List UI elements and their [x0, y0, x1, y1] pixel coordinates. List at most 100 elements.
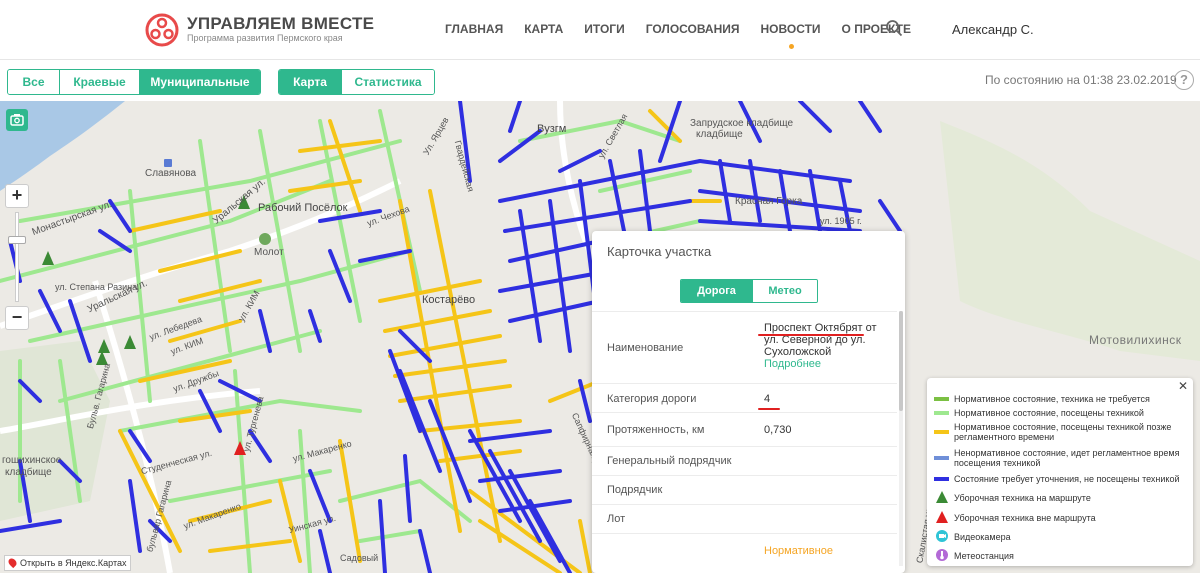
map-label-motovilikha: Мотовилихинск	[1089, 333, 1182, 347]
map-label-goshikha: гошихинское	[2, 455, 62, 466]
user-name[interactable]: Александр С.	[952, 22, 1034, 37]
map-label-vuzgm: Вузгм	[537, 123, 567, 135]
table-row: Подрядчик	[592, 475, 897, 504]
map-label-zaprudskoe: Запрудское кладбище	[690, 118, 794, 129]
map-label-molot: Молот	[254, 247, 284, 258]
search-icon[interactable]	[885, 19, 903, 37]
camera-layer-button[interactable]	[6, 109, 28, 131]
legend-text: Уборочная техника вне маршрута	[954, 513, 1096, 523]
table-row: Категория дороги 4	[592, 383, 897, 412]
legend-swatch	[934, 477, 949, 481]
main-nav: ГЛАВНАЯ КАРТА ИТОГИ ГОЛОСОВАНИЯ НОВОСТИ …	[445, 22, 932, 49]
data-timestamp: По состоянию на 01:38 23.02.2019	[985, 73, 1177, 87]
legend-swatch	[934, 397, 949, 401]
row-label-length: Протяженность, км	[607, 424, 705, 436]
legend-text: Метеостанция	[954, 551, 1014, 561]
table-row: Лот	[592, 504, 897, 533]
row-label-category: Категория дороги	[607, 393, 697, 405]
zoom-slider[interactable]	[15, 212, 19, 302]
scope-all-button[interactable]: Все	[8, 70, 60, 94]
map-legend: ✕ Нормативное состояние, техника не треб…	[927, 378, 1193, 566]
legend-item: Нормативное состояние, посещены техникой	[934, 408, 1189, 420]
view-switch: Карта Статистика	[278, 69, 435, 95]
site-header: УПРАВЛЯЕМ ВМЕСТЕ Программа развития Перм…	[0, 0, 1200, 60]
map-label-rabochiy: Рабочий Посёлок	[258, 202, 348, 214]
view-map-button[interactable]: Карта	[279, 70, 342, 94]
thermometer-icon	[936, 549, 948, 561]
app-root: УПРАВЛЯЕМ ВМЕСТЕ Программа развития Перм…	[0, 0, 1200, 573]
legend-item: Нормативное состояние, посещены техникой…	[934, 422, 1189, 444]
park-area	[940, 121, 1200, 361]
card-title: Карточка участка	[607, 244, 712, 259]
nav-votes[interactable]: ГОЛОСОВАНИЯ	[646, 22, 740, 38]
camera-icon	[936, 530, 948, 542]
legend-close-icon[interactable]: ✕	[1178, 379, 1188, 393]
nav-news[interactable]: НОВОСТИ	[761, 22, 821, 49]
legend-swatch	[934, 456, 949, 460]
red-underline-annotation	[758, 334, 864, 336]
map-label-kladbishche: кладбище	[696, 129, 743, 140]
open-in-yandex-link[interactable]: Открыть в Яндекс.Картах	[4, 555, 132, 571]
map-label-kostarevo: Костарёво	[422, 294, 476, 306]
view-stats-button[interactable]: Статистика	[342, 70, 434, 94]
legend-text: Ненормативное состояние, идет регламентн…	[954, 448, 1180, 468]
map-label-slavyanova: Славянова	[145, 168, 197, 179]
legend-text: Видеокамера	[954, 532, 1011, 542]
legend-text: Состояние требует уточнения, не посещены…	[954, 474, 1180, 484]
green-arrow-icon	[124, 335, 136, 349]
zoom-in-button[interactable]: +	[5, 184, 29, 208]
map-label-goshikha-cemetery: кладбище	[5, 467, 52, 478]
molot-icon	[259, 233, 271, 245]
zoom-out-button[interactable]: −	[5, 306, 29, 330]
scope-regional-button[interactable]: Краевые	[60, 70, 140, 94]
road-name: Проспект Октябрят от ул. Северной до ул.…	[764, 322, 877, 358]
table-row: Генеральный подрядчик	[592, 446, 897, 475]
row-label-lot: Лот	[607, 513, 626, 525]
legend-item: Уборочная техника вне маршрута	[934, 511, 1189, 525]
logo-icon[interactable]	[145, 13, 179, 47]
green-arrow-icon	[42, 251, 54, 265]
row-label-general-contractor: Генеральный подрядчик	[607, 455, 732, 467]
row-label-name: Наименование	[607, 342, 684, 354]
legend-swatch	[934, 411, 949, 415]
nav-map[interactable]: КАРТА	[524, 22, 563, 38]
legend-item: Ненормативное состояние, идет регламентн…	[934, 448, 1189, 470]
legend-text: Нормативное состояние, посещены техникой	[954, 408, 1144, 418]
table-row	[592, 533, 897, 553]
nav-results[interactable]: ИТОГИ	[584, 22, 624, 38]
card-details-table: Наименование Проспект Октябрят от ул. Се…	[592, 311, 897, 553]
legend-item: Состояние требует уточнения, не посещены…	[934, 474, 1189, 486]
details-link[interactable]: Подробнее	[764, 358, 892, 370]
tab-meteo[interactable]: Метео	[753, 280, 817, 302]
scope-switch: Все Краевые Муниципальные	[7, 69, 261, 95]
filter-toolbar: Все Краевые Муниципальные Карта Статисти…	[0, 61, 1200, 101]
zoom-control: + −	[5, 184, 29, 330]
green-arrow-icon	[98, 339, 110, 353]
segment-card: Карточка участка Дорога Метео Наименован…	[592, 231, 905, 573]
open-in-yandex-label: Открыть в Яндекс.Картах	[20, 558, 127, 568]
table-row: Протяженность, км 0,730	[592, 412, 897, 446]
zoom-slider-handle[interactable]	[8, 236, 26, 244]
logo-title[interactable]: УПРАВЛЯЕМ ВМЕСТЕ	[187, 14, 374, 34]
legend-item: Нормативное состояние, техника не требуе…	[934, 394, 1189, 406]
help-icon[interactable]: ?	[1174, 70, 1194, 90]
green-arrow-icon	[936, 491, 948, 503]
scope-municipal-button[interactable]: Муниципальные	[140, 70, 260, 94]
logo-subtitle: Программа развития Пермского края	[187, 33, 343, 43]
red-underline-annotation	[758, 408, 780, 410]
legend-item: Видеокамера	[934, 530, 1189, 544]
red-arrow-icon	[936, 511, 948, 523]
map-label-stepana-razina: ул. Степана Разина	[55, 282, 138, 292]
nav-home[interactable]: ГЛАВНАЯ	[445, 22, 503, 38]
legend-item: Метеостанция	[934, 549, 1189, 563]
tab-road[interactable]: Дорога	[681, 280, 753, 302]
card-scrollbar-thumb[interactable]	[899, 311, 903, 411]
row-label-contractor: Подрядчик	[607, 484, 663, 496]
transit-icon	[164, 159, 172, 167]
legend-item: Уборочная техника на маршруте	[934, 491, 1189, 505]
map-label-krasnaya-gorka: Красная Горка	[735, 196, 803, 207]
map-label-1905: ул. 1905 г.	[820, 216, 862, 226]
legend-text: Нормативное состояние, посещены техникой…	[954, 422, 1172, 442]
legend-text: Нормативное состояние, техника не требуе…	[954, 394, 1150, 404]
row-value-category: 4	[764, 393, 771, 405]
